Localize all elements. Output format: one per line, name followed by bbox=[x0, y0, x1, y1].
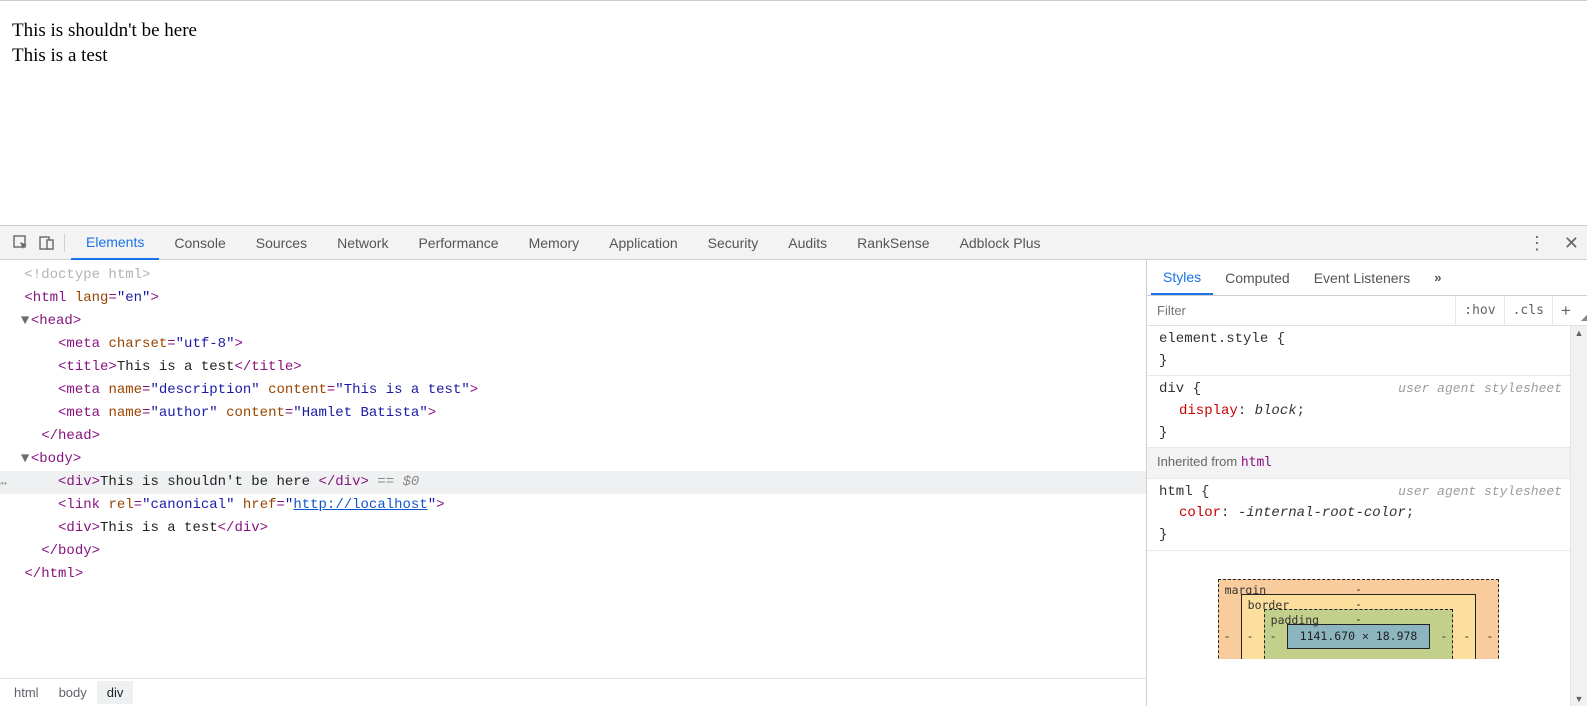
tab-elements[interactable]: Elements bbox=[71, 226, 159, 260]
rendered-page: This is shouldn't be here This is a test bbox=[0, 0, 1587, 225]
dom-meta-charset[interactable]: <meta charset="utf-8"> bbox=[0, 333, 1146, 356]
tab-ranksense[interactable]: RankSense bbox=[842, 226, 944, 259]
dom-div-test[interactable]: <div>This is a test</div> bbox=[0, 517, 1146, 540]
dom-link-canonical[interactable]: <link rel="canonical" href="http://local… bbox=[0, 494, 1146, 517]
dom-doctype[interactable]: <!doctype html> bbox=[0, 264, 1146, 287]
tabbar-separator bbox=[64, 234, 65, 252]
elements-dom-pane: <!doctype html> <html lang="en"> ▼<head>… bbox=[0, 260, 1147, 706]
dom-head-close[interactable]: </head> bbox=[0, 425, 1146, 448]
rule-div[interactable]: div { user agent stylesheet display: blo… bbox=[1147, 376, 1570, 448]
breadcrumb-html[interactable]: html bbox=[4, 681, 49, 704]
page-text-line-1: This is shouldn't be here bbox=[12, 19, 1575, 44]
styles-filter-input[interactable] bbox=[1147, 303, 1455, 318]
dom-head-open[interactable]: ▼<head> bbox=[0, 310, 1146, 333]
inspect-element-icon[interactable] bbox=[8, 230, 34, 256]
box-model[interactable]: margin - - - border - - - bbox=[1147, 551, 1570, 659]
side-tabbar: StylesComputedEvent Listeners » bbox=[1147, 260, 1587, 296]
styles-pane: StylesComputedEvent Listeners » :hov .cl… bbox=[1147, 260, 1587, 706]
tab-network[interactable]: Network bbox=[322, 226, 403, 259]
dom-html-open[interactable]: <html lang="en"> bbox=[0, 287, 1146, 310]
side-tab-computed[interactable]: Computed bbox=[1213, 260, 1302, 295]
dom-body-close[interactable]: </body> bbox=[0, 540, 1146, 563]
more-tabs-icon[interactable]: » bbox=[1426, 270, 1449, 285]
side-tab-styles[interactable]: Styles bbox=[1151, 260, 1213, 295]
dom-selected-div[interactable]: <div>This is shouldn't be here </div> ==… bbox=[0, 471, 1146, 494]
tab-sources[interactable]: Sources bbox=[241, 226, 322, 259]
dom-html-close[interactable]: </html> bbox=[0, 563, 1146, 586]
hov-toggle[interactable]: :hov bbox=[1455, 296, 1503, 325]
dom-meta-author[interactable]: <meta name="author" content="Hamlet Bati… bbox=[0, 402, 1146, 425]
new-style-rule-button[interactable]: + bbox=[1552, 296, 1579, 325]
devtools-tabbar: ElementsConsoleSourcesNetworkPerformance… bbox=[0, 226, 1587, 260]
scroll-down-icon[interactable]: ▼ bbox=[1575, 692, 1584, 706]
device-toolbar-icon[interactable] bbox=[34, 230, 60, 256]
side-tab-event-listeners[interactable]: Event Listeners bbox=[1302, 260, 1423, 295]
tab-application[interactable]: Application bbox=[594, 226, 693, 259]
filter-corner-indicator: ◢ bbox=[1581, 313, 1587, 322]
dom-tree[interactable]: <!doctype html> <html lang="en"> ▼<head>… bbox=[0, 260, 1146, 678]
scroll-up-icon[interactable]: ▲ bbox=[1575, 326, 1584, 340]
inherited-from-row: Inherited from html bbox=[1147, 448, 1570, 478]
rule-html[interactable]: html { user agent stylesheet color: -int… bbox=[1147, 479, 1570, 551]
tab-audits[interactable]: Audits bbox=[773, 226, 842, 259]
dom-breadcrumbs: htmlbodydiv bbox=[0, 678, 1146, 706]
breadcrumb-body[interactable]: body bbox=[49, 681, 97, 704]
rule-element-style[interactable]: element.style { } bbox=[1147, 326, 1570, 376]
tab-console[interactable]: Console bbox=[159, 226, 240, 259]
tab-performance[interactable]: Performance bbox=[403, 226, 513, 259]
dom-title[interactable]: <title>This is a test</title> bbox=[0, 356, 1146, 379]
devtools-panel: ElementsConsoleSourcesNetworkPerformance… bbox=[0, 225, 1587, 706]
cls-toggle[interactable]: .cls bbox=[1504, 296, 1552, 325]
styles-scrollbar[interactable]: ▲ ▼ bbox=[1570, 326, 1587, 706]
breadcrumb-div[interactable]: div bbox=[97, 681, 134, 704]
close-icon[interactable]: ✕ bbox=[1564, 234, 1579, 252]
dom-meta-description[interactable]: <meta name="description" content="This i… bbox=[0, 379, 1146, 402]
tab-security[interactable]: Security bbox=[693, 226, 774, 259]
tab-adblock-plus[interactable]: Adblock Plus bbox=[945, 226, 1056, 259]
main-tabs: ElementsConsoleSourcesNetworkPerformance… bbox=[71, 226, 1528, 259]
kebab-menu-icon[interactable]: ⋮ bbox=[1528, 234, 1546, 252]
dom-body-open[interactable]: ▼<body> bbox=[0, 448, 1146, 471]
styles-body[interactable]: element.style { } div { user agent style… bbox=[1147, 326, 1570, 706]
tab-memory[interactable]: Memory bbox=[514, 226, 595, 259]
page-text-line-2: This is a test bbox=[12, 44, 1575, 69]
styles-filter-row: :hov .cls + ◢ bbox=[1147, 296, 1587, 326]
